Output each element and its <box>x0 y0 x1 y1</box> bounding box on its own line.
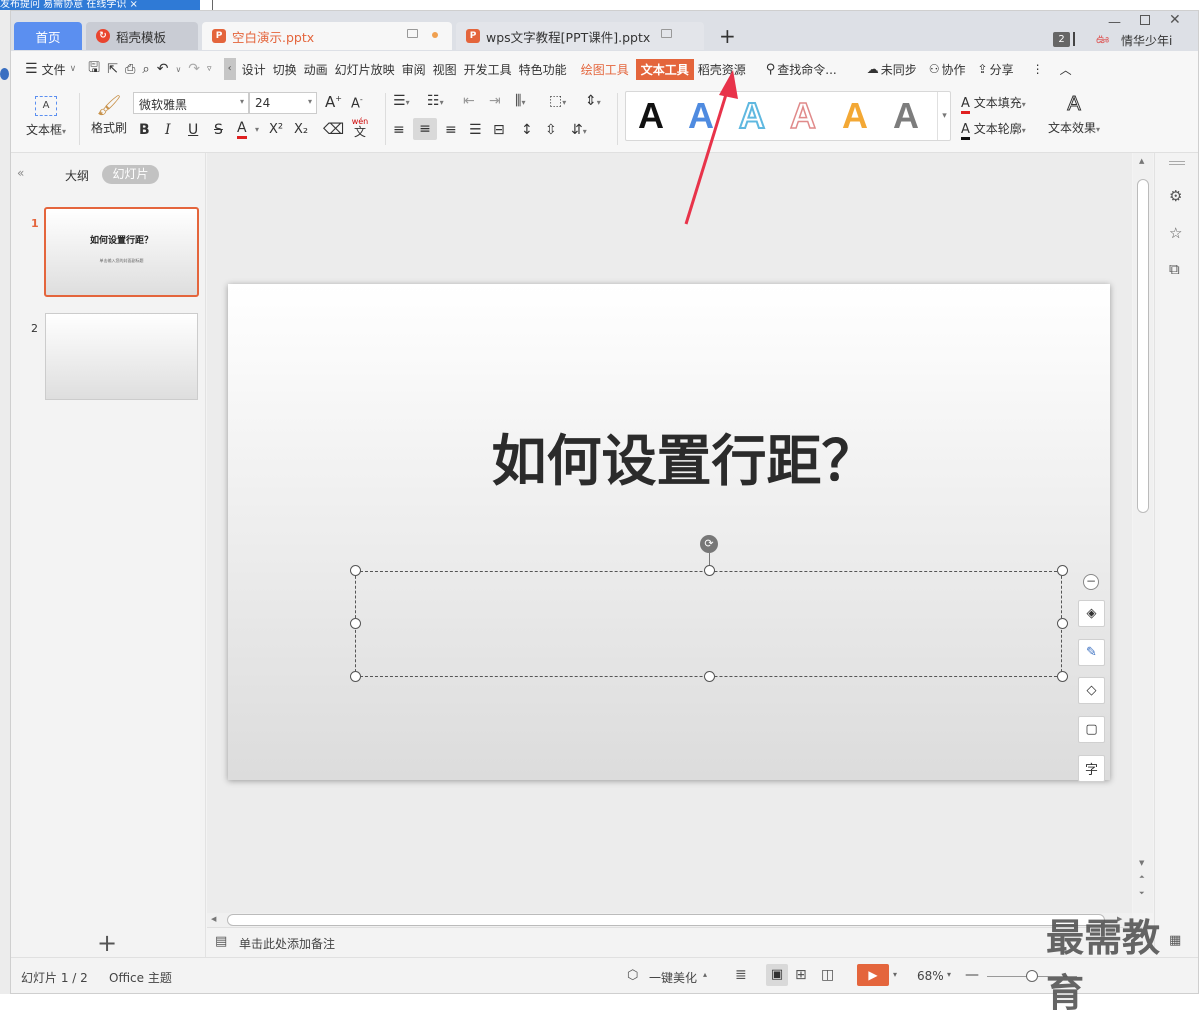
annotation-arrow <box>684 70 738 225</box>
watermark-logo: 最需教育 <box>1046 918 1196 1015</box>
